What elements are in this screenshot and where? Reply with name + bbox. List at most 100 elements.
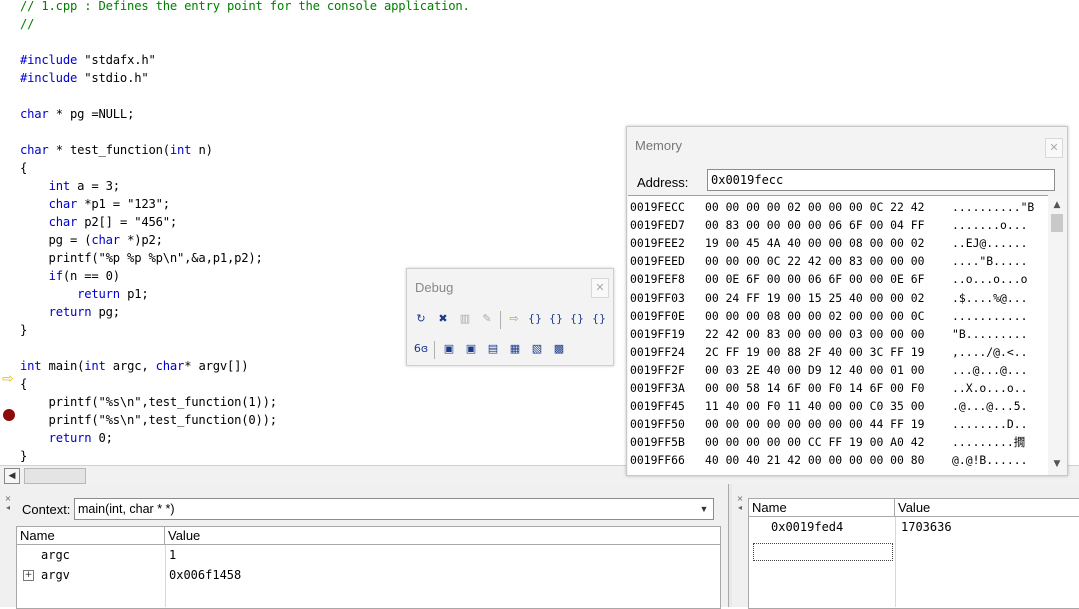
memory-row[interactable]: 0019FEF8 00 0E 6F 00 00 06 6F 00 00 0E 6F…	[630, 270, 1048, 288]
watch-window-icon[interactable]: ▣	[439, 339, 459, 359]
code-line[interactable]: // 1.cpp : Defines the entry point for t…	[20, 0, 470, 15]
code-line[interactable]: printf("%s\n",test_function(0));	[20, 411, 470, 429]
column-header-value[interactable]: Value	[165, 527, 720, 545]
scrollbar-thumb[interactable]	[1051, 214, 1063, 232]
memory-row[interactable]: 0019FF5B 00 00 00 00 00 CC FF 19 00 A0 42…	[630, 433, 1048, 451]
column-header-name[interactable]: Name	[17, 527, 165, 545]
step-into-icon[interactable]: {}	[525, 309, 545, 329]
stop-debugging-icon[interactable]: ✖	[433, 309, 453, 329]
code-line[interactable]: #include "stdio.h"	[20, 69, 470, 87]
code-line[interactable]: int main(int argc, char* argv[])	[20, 357, 470, 375]
column-header-name[interactable]: Name	[749, 499, 895, 517]
step-over-icon[interactable]: {}	[546, 309, 566, 329]
code-line[interactable]: {	[20, 159, 470, 177]
memory-row[interactable]: 0019FF24 2C FF 19 00 88 2F 40 00 3C FF 19…	[630, 343, 1048, 361]
code-text: }	[20, 449, 28, 463]
code-line[interactable]: }	[20, 321, 470, 339]
code-line[interactable]: printf("%p %p %p\n",&a,p1,p2);	[20, 249, 470, 267]
memory-row[interactable]: 0019FF2F 00 03 2E 40 00 D9 12 40 00 01 00…	[630, 361, 1048, 379]
code-text: p2[] = "456";	[77, 215, 178, 229]
code-comment: // 1.cpp : Defines the entry point for t…	[20, 0, 470, 13]
watch-row[interactable]: 0x0019fed4 1703636	[749, 517, 1079, 537]
code-line[interactable]: char *p1 = "123";	[20, 195, 470, 213]
memory-row[interactable]: 0019FF3A 00 00 58 14 6F 00 F0 14 6F 00 F0…	[630, 379, 1048, 397]
memory-row[interactable]: 0019FED7 00 83 00 00 00 00 06 6F 00 04 FF…	[630, 216, 1048, 234]
expand-icon[interactable]: +	[23, 570, 34, 581]
step-out-icon[interactable]: {}	[567, 309, 587, 329]
code-line[interactable]: if(n == 0)	[20, 267, 470, 285]
address-label: Address:	[637, 175, 689, 190]
restart-icon[interactable]: ↻	[411, 309, 431, 329]
registers-window-icon[interactable]: ▤	[483, 339, 503, 359]
code-line[interactable]: #include "stdafx.h"	[20, 51, 470, 69]
code-line[interactable]: printf("%s\n",test_function(1));	[20, 393, 470, 411]
code-line[interactable]	[20, 123, 470, 141]
variable-value[interactable]: 0x006f1458	[169, 565, 719, 585]
memory-row[interactable]: 0019FF50 00 00 00 00 00 00 00 00 44 FF 19…	[630, 415, 1048, 433]
apply-code-changes-icon[interactable]: ✎	[477, 309, 497, 329]
scroll-down-icon[interactable]: ▼	[1051, 458, 1063, 470]
code-line[interactable]: int a = 3;	[20, 177, 470, 195]
code-line[interactable]	[20, 339, 470, 357]
context-dropdown[interactable]: main(int, char * *) ▼	[74, 498, 714, 520]
memory-address-row: Address: 0x0019fecc	[627, 167, 1067, 195]
variables-window-icon[interactable]: ▣	[461, 339, 481, 359]
memory-dump[interactable]: 0019FECC 00 00 00 00 02 00 00 00 0C 22 42…	[628, 195, 1048, 475]
memory-row[interactable]: 0019FECC 00 00 00 00 02 00 00 00 0C 22 42…	[630, 198, 1048, 216]
address-input[interactable]: 0x0019fecc	[707, 169, 1055, 191]
scroll-left-icon[interactable]: ◀	[4, 468, 20, 484]
breakpoint-icon[interactable]	[3, 409, 15, 421]
pane-grip-icon[interactable]: × ◂	[2, 494, 14, 512]
memory-row[interactable]: 0019FF03 00 24 FF 19 00 15 25 40 00 00 02…	[630, 289, 1048, 307]
close-icon[interactable]: ✕	[591, 278, 609, 298]
run-to-cursor-icon[interactable]: {}	[589, 309, 609, 329]
watch-grid[interactable]: Name Value 0x0019fed4 1703636	[748, 498, 1079, 609]
memory-row[interactable]: 0019FF19 22 42 00 83 00 00 00 03 00 00 00…	[630, 325, 1048, 343]
new-watch-entry[interactable]	[753, 543, 893, 561]
source-code[interactable]: // 1.cpp : Defines the entry point for t…	[20, 0, 470, 465]
break-execution-icon[interactable]: ▥	[455, 309, 475, 329]
code-line[interactable]: char * test_function(int n)	[20, 141, 470, 159]
variables-grid[interactable]: Name Value argc 1 + argv 0x006f1458	[16, 526, 721, 609]
variable-row[interactable]: argc 1	[17, 545, 720, 565]
memory-row[interactable]: 0019FF66 40 00 40 21 42 00 00 00 00 00 80…	[630, 451, 1048, 469]
watch-value[interactable]: 1703636	[901, 517, 1079, 537]
code-line[interactable]: //	[20, 15, 470, 33]
quickwatch-icon[interactable]: 6ɞ	[411, 339, 431, 359]
code-line[interactable]	[20, 87, 470, 105]
disassembly-icon[interactable]: ▩	[549, 339, 569, 359]
chevron-down-icon[interactable]: ▼	[697, 501, 711, 517]
memory-titlebar[interactable]: Memory ✕	[627, 127, 1067, 165]
code-line[interactable]: char * pg =NULL;	[20, 105, 470, 123]
pane-grip-icon[interactable]: × ◂	[734, 494, 746, 512]
memory-window-icon[interactable]: ▦	[505, 339, 525, 359]
code-line[interactable]: pg = (char *)p2;	[20, 231, 470, 249]
code-text: }	[20, 323, 28, 337]
code-line[interactable]: return pg;	[20, 303, 470, 321]
scroll-up-icon[interactable]: ▲	[1051, 199, 1063, 211]
code-line[interactable]: return 0;	[20, 429, 470, 447]
code-text: *p1 = "123";	[77, 197, 170, 211]
memory-vertical-scrollbar[interactable]: ▲ ▼	[1048, 195, 1066, 474]
code-line[interactable]: }	[20, 447, 470, 465]
code-line[interactable]	[20, 33, 470, 51]
column-header-value[interactable]: Value	[895, 499, 1079, 517]
variable-value[interactable]: 1	[169, 545, 719, 565]
code-line[interactable]: char p2[] = "456";	[20, 213, 470, 231]
memory-row[interactable]: 0019FEE2 19 00 45 4A 40 00 00 08 00 00 02…	[630, 234, 1048, 252]
memory-row[interactable]: 0019FF0E 00 00 00 08 00 00 02 00 00 00 0C…	[630, 307, 1048, 325]
scrollbar-thumb[interactable]	[24, 468, 86, 484]
show-next-statement-icon[interactable]: ⇨	[504, 309, 524, 329]
variable-row[interactable]: + argv 0x006f1458	[17, 565, 720, 585]
memory-row[interactable]: 0019FF45 11 40 00 F0 11 40 00 00 C0 35 00…	[630, 397, 1048, 415]
memory-bytes: 00 00 00 00 02 00 00 00 0C 22 42	[705, 200, 925, 214]
call-stack-icon[interactable]: ▧	[527, 339, 547, 359]
memory-row[interactable]: 0019FEED 00 00 00 0C 22 42 00 83 00 00 00…	[630, 252, 1048, 270]
code-keyword: char	[48, 197, 78, 211]
code-line[interactable]: {	[20, 375, 470, 393]
toolbar-separator	[434, 341, 435, 359]
memory-address: 0019FF19	[630, 326, 685, 341]
close-icon[interactable]: ✕	[1045, 138, 1063, 158]
code-line[interactable]: return p1;	[20, 285, 470, 303]
memory-address: 0019FF5B	[630, 435, 685, 450]
